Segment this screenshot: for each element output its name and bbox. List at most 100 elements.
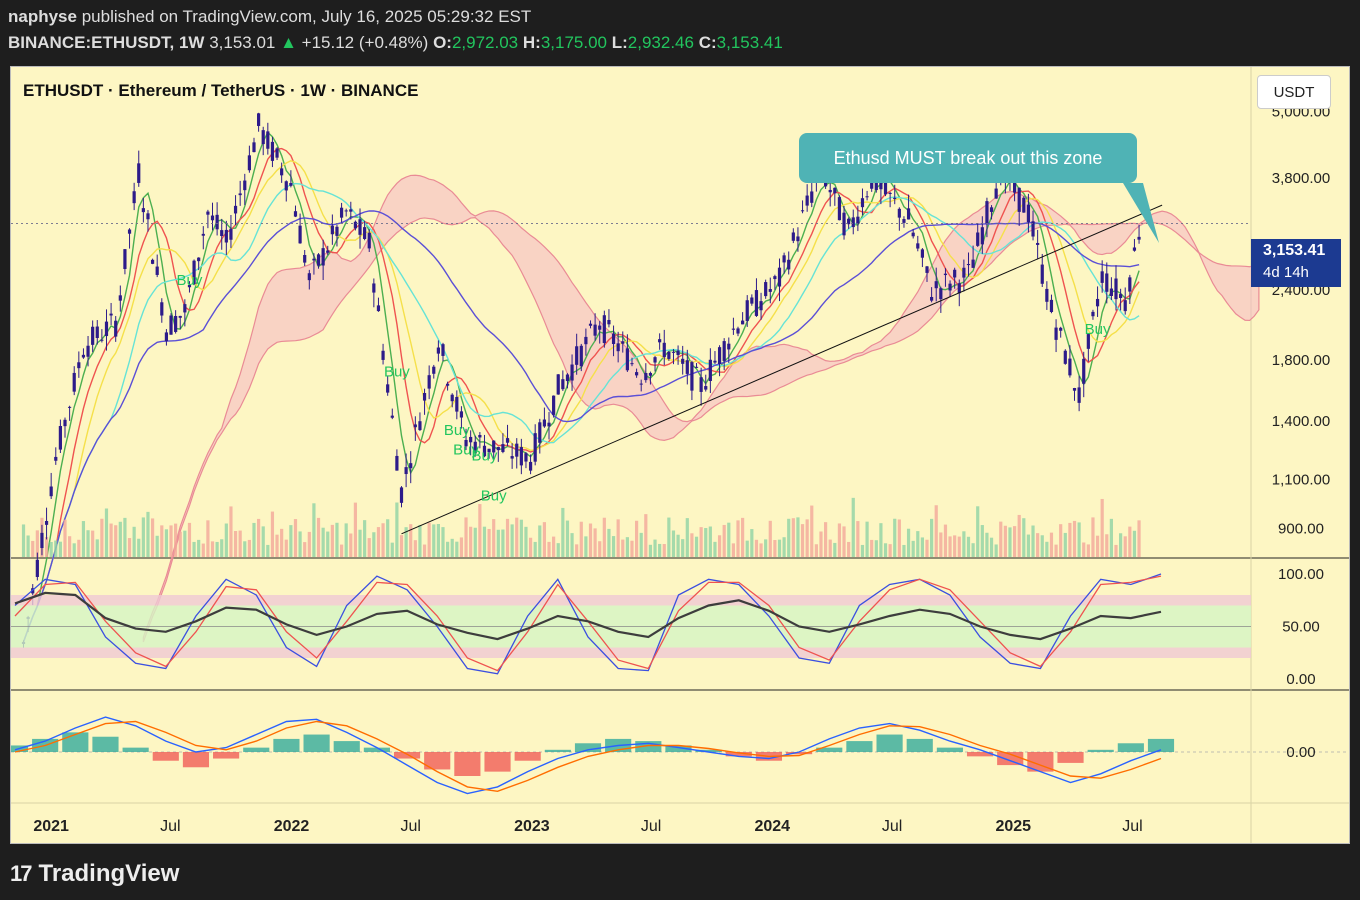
osc-tick-label: 50.00 [1282, 619, 1320, 636]
candle-body [634, 372, 639, 376]
volume-bar [1119, 533, 1123, 557]
volume-bar [450, 538, 454, 557]
candle-body [708, 359, 712, 382]
candle-body [298, 225, 302, 244]
candle-body [197, 257, 201, 262]
volume-bar [270, 511, 275, 557]
candle-body [671, 351, 676, 353]
volume-bar [26, 535, 30, 557]
candle-body [155, 266, 159, 275]
candle-body [856, 216, 860, 224]
ohlc-line: BINANCE:ETHUSDT, 1W 3,153.01 ▲ +15.12 (+… [8, 33, 783, 53]
buy-signal-label: Buy [444, 422, 470, 439]
candle-body [77, 362, 81, 369]
candle-body [579, 345, 583, 367]
volume-bar [639, 532, 643, 557]
volume-bar [1026, 534, 1031, 557]
volume-bar [473, 527, 477, 557]
candle-body [224, 229, 228, 243]
callout-note[interactable]: Ethusd MUST break out this zone [799, 133, 1137, 183]
volume-bar [893, 518, 897, 557]
volume-bar [791, 518, 795, 557]
candle-body [1119, 294, 1123, 298]
candle-body [662, 342, 666, 358]
candle-body [920, 249, 924, 258]
candle-body [994, 188, 998, 199]
volume-bar [575, 544, 579, 557]
volume-bar [363, 520, 367, 557]
candle-body [800, 210, 805, 212]
volume-bar [598, 541, 602, 557]
candle-body [607, 319, 611, 325]
volume-bar [132, 526, 136, 557]
candle-body [1036, 242, 1040, 245]
candle-body [275, 148, 279, 158]
candle-body [842, 212, 846, 236]
candle-body [1022, 197, 1026, 213]
oscillator-band [11, 595, 1251, 606]
candle-body [49, 486, 53, 497]
x-tick-label: Jul [160, 818, 180, 835]
volume-bar [492, 519, 496, 557]
volume-bar [501, 529, 505, 557]
candle-body [750, 297, 754, 304]
candle-body [220, 230, 224, 237]
candle-body [252, 142, 256, 153]
candle-body [713, 360, 717, 363]
volume-bar [455, 541, 459, 557]
candle-body [349, 209, 353, 212]
close-value: 3,153.41 [716, 33, 783, 52]
currency-button[interactable]: USDT [1257, 75, 1331, 109]
chart-svg[interactable]: BuyBuyBuyBuyBuyBuyBuy5,000.003,800.002,4… [11, 67, 1349, 843]
volume-bar [100, 518, 104, 557]
candle-body [1059, 327, 1063, 331]
volume-bar [860, 544, 865, 557]
volume-bar [390, 542, 394, 557]
candle-body [953, 269, 957, 278]
volume-bar [321, 527, 325, 557]
volume-bar [741, 517, 745, 557]
candle-body [588, 323, 593, 326]
candle-body [289, 183, 293, 186]
candle-body [141, 208, 145, 213]
volume-bar [446, 541, 450, 557]
volume-bar [422, 544, 427, 557]
volume-bar [888, 544, 892, 557]
volume-bar [547, 541, 551, 557]
price-tag-countdown: 4d 14h [1263, 264, 1309, 281]
volume-bar [238, 530, 242, 557]
candle-body [893, 197, 897, 200]
volume-bar [187, 522, 192, 557]
candle-body [330, 225, 334, 235]
buy-signal-label: Buy [384, 364, 410, 381]
chart-frame[interactable]: Buy Buy Buy Buy Buy Buy Buy 5,000.00 3,800.00 2,4… [10, 66, 1350, 844]
macd-histogram-bar [152, 752, 179, 761]
tradingview-logo-text[interactable]: TradingView [38, 860, 179, 888]
volume-bar [229, 506, 233, 557]
candle-body [367, 232, 371, 249]
candle-body [358, 219, 362, 235]
volume-bar [676, 534, 680, 557]
volume-bar [980, 525, 984, 557]
candle-body [593, 324, 597, 336]
candle-body [1100, 271, 1104, 283]
volume-bar [372, 532, 376, 557]
candle-body [399, 487, 404, 503]
buy-signal-label: Buy [177, 272, 203, 289]
volume-bar [1022, 518, 1026, 557]
candle-body [183, 304, 187, 313]
candle-body [68, 406, 72, 408]
volume-bar [1008, 527, 1012, 557]
volume-bar [736, 520, 740, 557]
volume-bar [819, 531, 823, 557]
volume-bar [911, 540, 915, 557]
volume-bar [828, 539, 832, 557]
macd-histogram-bar [182, 752, 210, 768]
macd-histogram-bar [62, 732, 89, 752]
volume-bar [593, 528, 597, 557]
volume-bar [469, 526, 473, 557]
volume-bar [95, 539, 99, 557]
candle-body [446, 383, 450, 386]
candle-body [625, 348, 629, 371]
publisher-name[interactable]: naphyse [8, 7, 77, 26]
